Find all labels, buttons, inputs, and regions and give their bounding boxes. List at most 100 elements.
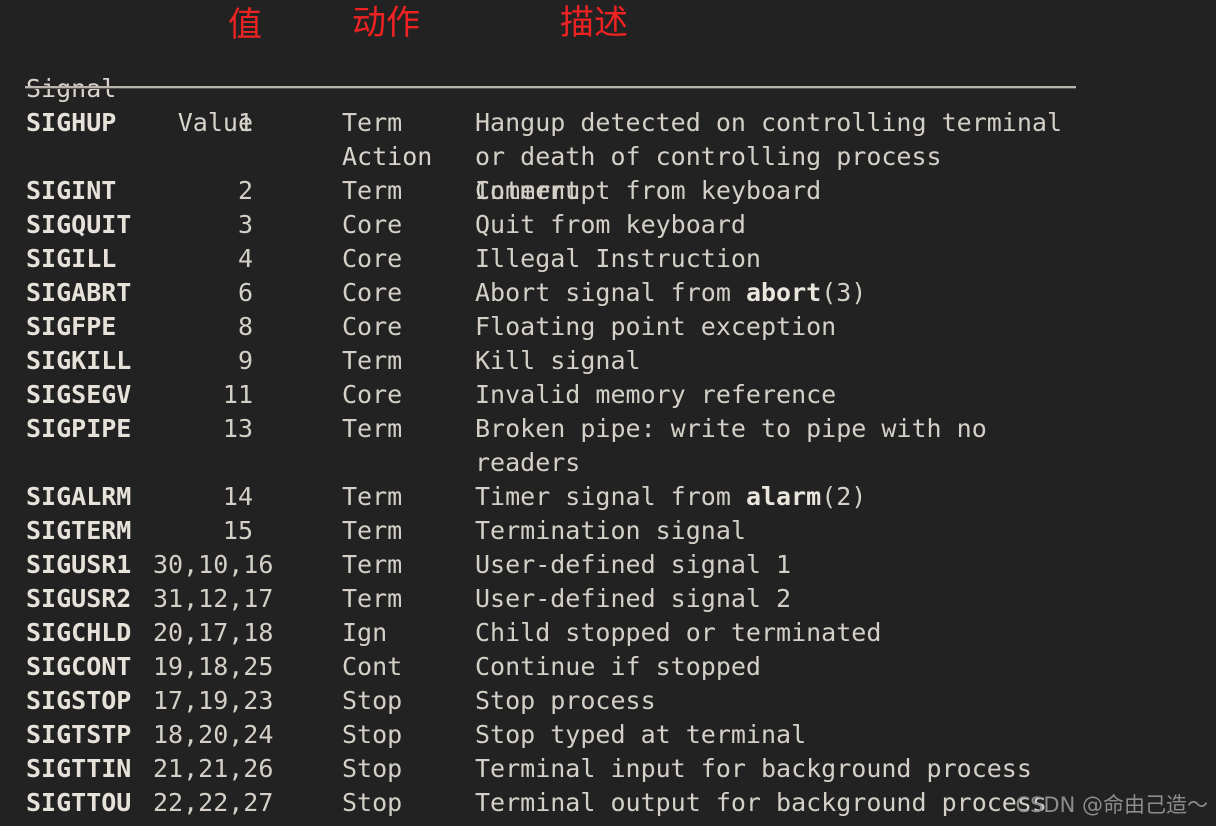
signal-value: 20,17,18 [153, 618, 274, 647]
table-row: SIGKILL 9 Term Kill signal [0, 344, 1216, 378]
signal-value: 30,10,16 [153, 550, 274, 579]
signal-action: Term [342, 516, 403, 545]
signal-action: Term [342, 346, 403, 375]
signal-name: SIGCONT [26, 652, 132, 681]
signal-value: 2 [237, 176, 253, 205]
signal-value: 17,19,23 [153, 686, 274, 715]
table-row: SIGTERM 15 Term Termination signal [0, 514, 1216, 548]
table-row: SIGCHLD 20,17,18 Ign Child stopped or termi… [0, 616, 1216, 650]
signal-name: SIGTSTP [26, 720, 132, 749]
signal-action: Core [342, 210, 403, 239]
table-row: SIGTSTP 18,20,24 Stop Stop typed at termina… [0, 718, 1216, 752]
table-row: SIGFPE 8 Core Floating point exception [0, 310, 1216, 344]
signal-value: 8 [237, 312, 253, 341]
signal-comment: Floating point exception [475, 312, 837, 341]
signal-value: 6 [237, 278, 253, 307]
comment-bold-term: alarm [745, 482, 822, 511]
table-row: SIGALRM 14 Term Timer signal from alarm(2) [0, 480, 1216, 514]
signal-action: Stop [342, 686, 403, 715]
signal-value: 15 [222, 516, 253, 545]
signal-action: Term [342, 414, 403, 443]
signal-name: SIGFPE [26, 312, 117, 341]
signal-action: Core [342, 380, 403, 409]
signal-comment: Terminal output for background process [475, 788, 1047, 817]
signal-action: Stop [342, 788, 403, 817]
signal-value: 9 [237, 346, 253, 375]
signal-action: Term [342, 584, 403, 613]
table-row: SIGCONT 19,18,25 Cont Continue if stopped [0, 650, 1216, 684]
table-row: SIGSTOP 17,19,23 Stop Stop process [0, 684, 1216, 718]
signal-name: SIGSTOP [26, 686, 132, 715]
table-row: SIGABRT 6 Core Abort signal from abort(3) [0, 276, 1216, 310]
signal-value: 19,18,25 [153, 652, 274, 681]
table-row: SIGUSR1 30,10,16 Term User-defined signal 1 [0, 548, 1216, 582]
signal-comment: Interrupt from keyboard [475, 176, 822, 205]
table-row: readers [0, 446, 1216, 480]
signal-comment: Quit from keyboard [475, 210, 746, 239]
table-row: SIGTTIN 21,21,26 Stop Terminal input for ba… [0, 752, 1216, 786]
table-row: SIGINT 2 Term Interrupt from keyboard [0, 174, 1216, 208]
signal-comment: readers [475, 448, 581, 477]
signal-name: SIGKILL [26, 346, 132, 375]
signal-comment: Termination signal [475, 516, 746, 545]
table-row: SIGUSR2 31,12,17 Term User-defined signal 2 [0, 582, 1216, 616]
signal-name: SIGTTOU [26, 788, 132, 817]
signal-action: Term [342, 108, 403, 137]
signal-table-page: 值 动作 描述 Signal Value Action Comment SIGH… [0, 0, 1216, 826]
signal-name: SIGTTIN [26, 754, 132, 783]
signal-value: 3 [237, 210, 253, 239]
signal-comment: Timer signal from alarm(2) [475, 482, 867, 511]
table-row: SIGPIPE 13 Term Broken pipe: write to pipe … [0, 412, 1216, 446]
signal-action: Core [342, 278, 403, 307]
signal-name: SIGCHLD [26, 618, 132, 647]
signal-comment: or death of controlling process [475, 142, 942, 171]
table-body: SIGHUP 1 Term Hangup detected on controllin… [0, 106, 1216, 820]
table-header-row: Signal Value Action Comment [0, 38, 1216, 205]
signal-name: SIGSEGV [26, 380, 132, 409]
signal-comment: Kill signal [475, 346, 641, 375]
signal-name: SIGALRM [26, 482, 132, 511]
signal-action: Term [342, 550, 403, 579]
annotation-comment: 描述 [560, 3, 628, 43]
signal-action: Term [342, 176, 403, 205]
table-row: or death of controlling process [0, 140, 1216, 174]
table-row: SIGILL 4 Core Illegal Instruction [0, 242, 1216, 276]
signal-action: Ign [342, 618, 388, 647]
comment-bold-term: abort [745, 278, 822, 307]
signal-action: Stop [342, 720, 403, 749]
signal-value: 4 [237, 244, 253, 273]
annotation-value: 值 [228, 5, 262, 45]
signal-comment: Terminal input for background process [475, 754, 1032, 783]
watermark: CSDN @命由己造～ [1015, 793, 1208, 817]
table-row: SIGHUP 1 Term Hangup detected on controllin… [0, 106, 1216, 140]
signal-comment: Stop process [475, 686, 656, 715]
signal-action: Core [342, 244, 403, 273]
signal-comment: Abort signal from abort(3) [475, 278, 867, 307]
signal-name: SIGILL [26, 244, 117, 273]
annotation-action: 动作 [352, 3, 420, 43]
column-header-signal: Signal [26, 74, 117, 103]
signal-action: Term [342, 482, 403, 511]
signal-name: SIGUSR2 [26, 584, 132, 613]
signal-comment: Illegal Instruction [475, 244, 761, 273]
table-row: SIGQUIT 3 Core Quit from keyboard [0, 208, 1216, 242]
signal-value: 18,20,24 [153, 720, 274, 749]
signal-name: SIGQUIT [26, 210, 132, 239]
table-row: SIGSEGV 11 Core Invalid memory reference [0, 378, 1216, 412]
signal-comment: Invalid memory reference [475, 380, 837, 409]
signal-value: 11 [222, 380, 253, 409]
signal-value: 1 [237, 108, 253, 137]
signal-comment: User-defined signal 2 [475, 584, 792, 613]
signal-name: SIGHUP [26, 108, 117, 137]
header-separator-line [25, 86, 1076, 89]
signal-comment: User-defined signal 1 [475, 550, 792, 579]
signal-comment: Stop typed at terminal [475, 720, 807, 749]
signal-action: Stop [342, 754, 403, 783]
signal-comment: Continue if stopped [475, 652, 761, 681]
signal-name: SIGINT [26, 176, 117, 205]
signal-action: Core [342, 312, 403, 341]
signal-value: 14 [222, 482, 253, 511]
signal-comment: Broken pipe: write to pipe with no [475, 414, 987, 443]
signal-comment: Hangup detected on controlling terminal [475, 108, 1062, 137]
signal-value: 13 [222, 414, 253, 443]
